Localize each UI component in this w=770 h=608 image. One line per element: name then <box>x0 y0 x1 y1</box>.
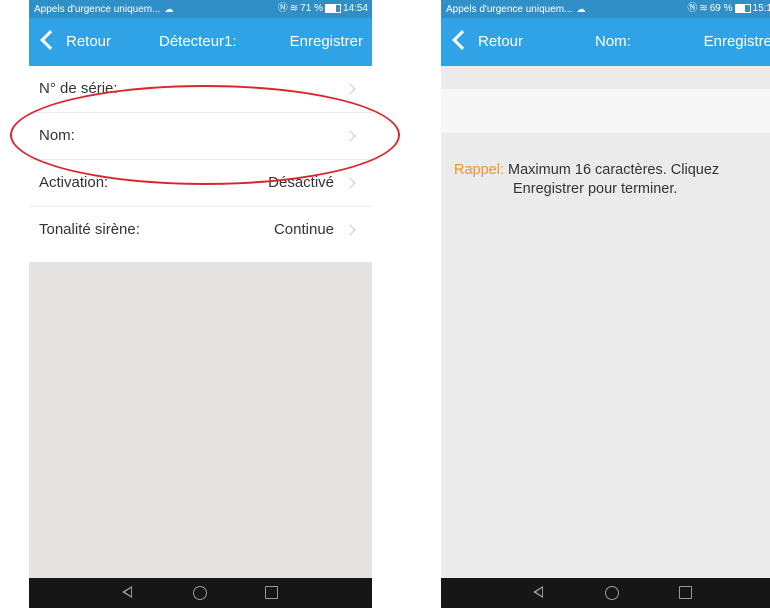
hint-line1: Maximum 16 caractères. Cliquez <box>508 162 720 178</box>
status-bar: Appels d'urgence uniquem... ☁ Ⓝ ≋ 71 % 14:54 <box>29 0 372 18</box>
chevron-left-icon <box>40 30 60 50</box>
notification-text: Appels d'urgence uniquem... <box>446 4 573 15</box>
chevron-right-icon <box>344 83 356 95</box>
hint-label: Rappel: <box>454 162 504 178</box>
back-button[interactable]: Retour <box>449 18 523 66</box>
notification-text: Appels d'urgence uniquem... <box>34 4 161 15</box>
phone-screen-detector-settings: Appels d'urgence uniquem... ☁ Ⓝ ≋ 71 % 14:54… <box>29 0 372 608</box>
content-background <box>441 66 770 578</box>
home-circle-icon[interactable] <box>605 586 619 600</box>
nfc-icon: Ⓝ <box>277 3 288 14</box>
back-button[interactable]: Retour <box>37 18 111 66</box>
battery-icon <box>324 3 341 13</box>
nav-bar: Retour Nom: Enregistre <box>441 18 770 66</box>
row-label: Activation: <box>39 174 109 191</box>
android-nav-bar <box>29 578 372 608</box>
page-title: Nom: <box>595 33 631 50</box>
row-siren-tone[interactable]: Tonalité sirène: Continue <box>29 207 372 253</box>
wifi-icon: ≋ <box>289 3 299 14</box>
recent-apps-icon[interactable] <box>679 586 692 599</box>
row-value: Désactivé <box>268 174 334 191</box>
row-value: Continue <box>273 221 334 238</box>
clock: 14:54 <box>342 3 368 14</box>
row-activation[interactable]: Activation: Désactivé <box>29 160 372 207</box>
hint-text: Rappel: Maximum 16 caractères. Cliquez E… <box>454 161 770 199</box>
home-circle-icon[interactable] <box>193 586 207 600</box>
hint-line2: Enregistrer pour terminer. <box>513 181 678 197</box>
android-nav-bar <box>441 578 770 608</box>
save-button[interactable]: Enregistrer <box>290 18 363 66</box>
row-label: N° de série: <box>39 80 118 97</box>
battery-percent: 71 % <box>300 3 323 14</box>
save-button[interactable]: Enregistre <box>704 18 770 66</box>
name-input[interactable] <box>441 89 770 133</box>
empty-area <box>29 262 372 578</box>
row-serial-number[interactable]: N° de série: <box>29 66 372 113</box>
row-name[interactable]: Nom: <box>29 113 372 160</box>
chevron-right-icon <box>344 224 356 236</box>
row-label: Tonalité sirène: <box>39 221 140 238</box>
battery-percent: 69 % <box>709 3 733 14</box>
back-triangle-icon[interactable] <box>122 586 132 598</box>
cloud-icon: ☁ <box>576 4 586 14</box>
chevron-right-icon <box>344 130 356 142</box>
row-label: Nom: <box>39 127 75 144</box>
clock: 15:1 <box>752 3 770 14</box>
nfc-icon: Ⓝ <box>687 3 698 14</box>
wifi-icon: ≋ <box>699 3 708 14</box>
cloud-icon: ☁ <box>164 4 174 14</box>
chevron-left-icon <box>452 30 472 50</box>
status-bar: Appels d'urgence uniquem... ☁ Ⓝ ≋ 69 % 15:1 <box>441 0 770 18</box>
page-title: Détecteur1: <box>159 33 237 50</box>
phone-screen-name-edit: Appels d'urgence uniquem... ☁ Ⓝ ≋ 69 % 15:1 … <box>441 0 770 608</box>
recent-apps-icon[interactable] <box>265 586 278 599</box>
back-label: Retour <box>66 33 112 50</box>
chevron-right-icon <box>344 177 356 189</box>
battery-icon <box>734 3 751 13</box>
back-label: Retour <box>478 33 524 50</box>
back-triangle-icon[interactable] <box>533 586 543 598</box>
nav-bar: Retour Détecteur1: Enregistrer <box>29 18 372 66</box>
